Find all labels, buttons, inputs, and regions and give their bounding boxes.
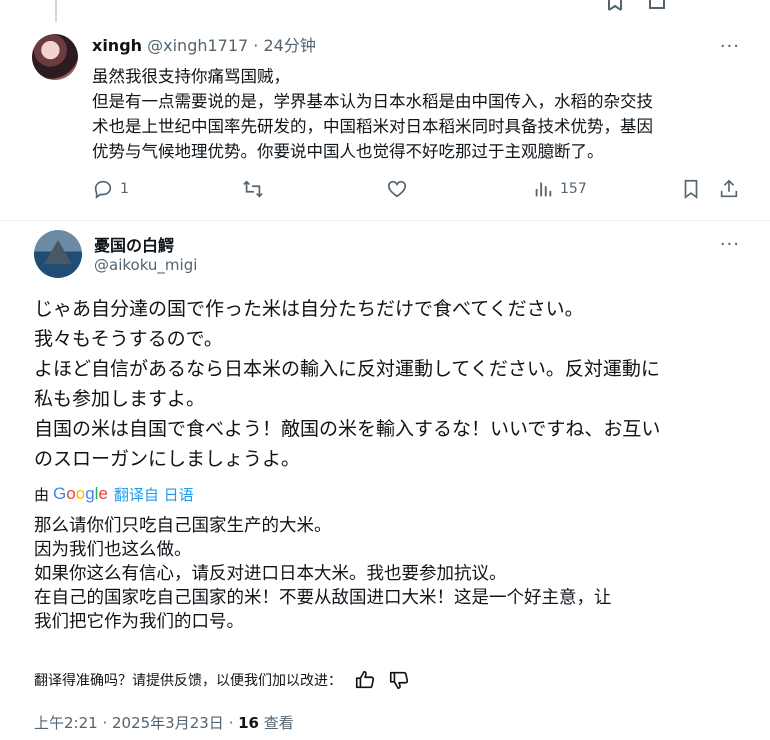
comment-icon: [94, 180, 112, 199]
text-line: 那么请你们只吃自己国家生产的大米。: [34, 516, 332, 536]
text-line: 术也是上世纪中国率先研发的，中国稻米对日本稻米同时具备技术优势，基因: [92, 117, 653, 136]
separator: ·: [223, 714, 239, 732]
reply-header: xingh @xingh1717 · 24分钟: [92, 36, 316, 56]
handle[interactable]: @aikoku_migi: [94, 256, 197, 274]
views-button[interactable]: 157: [532, 176, 587, 202]
translated-from-link[interactable]: 翻译自 日语: [114, 484, 194, 505]
text-line: 在自己的国家吃自己国家的米！不要从敌国进口大米！这是一个好主意，让: [34, 588, 612, 608]
reply-button[interactable]: 1: [92, 176, 129, 202]
share-button[interactable]: [718, 176, 740, 202]
text-line: 因为我们也这么做。: [34, 540, 192, 560]
thumbs-up-icon[interactable]: [354, 669, 376, 691]
previous-tweet-fragment: [0, 0, 770, 24]
separator: ·: [97, 714, 112, 732]
thread-line: [55, 0, 57, 22]
avatar[interactable]: [32, 34, 78, 80]
text-line: 私も参加しますよ。: [34, 388, 206, 410]
text-line: 我们把它作为我们的口号。: [34, 612, 244, 632]
main-tweet: 憂国の白鰐 @aikoku_migi ··· じゃあ自分達の国で作った米は自分た…: [0, 222, 770, 740]
tweet-timestamp: 上午2:21 · 2025年3月23日 · 16 查看: [34, 712, 294, 733]
thumbs-down-icon[interactable]: [388, 669, 410, 691]
share-icon: [720, 179, 738, 198]
text-line: じゃあ自分達の国で作った米は自分たちだけで食べてください。: [34, 298, 584, 320]
bookmark-button[interactable]: [680, 176, 702, 202]
translation-attribution: 由 Google 翻译自 日语: [34, 484, 194, 504]
share-icon[interactable]: [648, 0, 666, 12]
reply-tweet[interactable]: xingh @xingh1717 · 24分钟 ··· 虽然我很支持你痛骂国贼，…: [0, 24, 770, 220]
translated-text: 那么请你们只吃自己国家生产的大米。 因为我们也这么做。 如果你这么有信心，请反对…: [34, 514, 744, 634]
like-button[interactable]: [386, 176, 414, 202]
repost-icon: [243, 180, 263, 198]
bookmark-icon[interactable]: [606, 0, 624, 12]
display-name[interactable]: 憂国の白鰐: [94, 232, 174, 256]
text-line: のスローガンにしましょうよ。: [34, 448, 301, 470]
google-logo: Google: [53, 484, 108, 503]
original-text: じゃあ自分達の国で作った米は自分たちだけで食べてください。 我々もそうするので。…: [34, 294, 744, 474]
reply-count: 1: [120, 181, 129, 197]
action-bar: 1 157: [92, 176, 752, 202]
date[interactable]: 2025年3月23日: [112, 714, 224, 732]
display-name[interactable]: xingh: [92, 36, 142, 55]
timestamp[interactable]: 24分钟: [263, 36, 315, 55]
view-count: 157: [560, 181, 587, 197]
reply-text: 虽然我很支持你痛骂国贼， 但是有一点需要说的是，学界基本认为日本水稻是由中国传入…: [92, 64, 742, 164]
text-line: 我々もそうするので。: [34, 328, 223, 350]
views-label: 查看: [259, 714, 294, 732]
bookmark-icon: [684, 179, 698, 199]
text-line: よほど自信があるなら日本米の輸入に反対運動してください。反対運動に: [34, 358, 660, 380]
text-line: 但是有一点需要说的是，学界基本认为日本水稻是由中国传入，水稻的杂交技: [92, 92, 653, 111]
more-options-button[interactable]: ···: [720, 234, 740, 255]
text-line: 优势与气候地理优势。你要说中国人也觉得不好吃那过于主观臆断了。: [92, 142, 604, 161]
handle[interactable]: @xingh1717: [147, 36, 248, 55]
translated-by-label: 由: [34, 485, 50, 504]
analytics-icon: [535, 182, 552, 197]
divider: [0, 220, 770, 221]
heart-icon: [387, 180, 407, 198]
repost-button[interactable]: [242, 176, 270, 202]
shark-fin-icon: [44, 240, 72, 264]
text-line: 如果你这么有信心，请反对进口日本大米。我也要参加抗议。: [34, 564, 507, 584]
text-line: 自国の米は自国で食べよう！敵国の米を輸入するな！いいですね、お互い: [34, 418, 661, 440]
translation-feedback: 翻译得准确吗？请提供反馈，以便我们加以改进：: [34, 668, 410, 692]
time[interactable]: 上午2:21: [34, 714, 98, 732]
text-line: 虽然我很支持你痛骂国贼，: [92, 67, 290, 86]
feedback-prompt: 翻译得准确吗？请提供反馈，以便我们加以改进：: [34, 673, 342, 689]
views-count: 16: [238, 714, 259, 732]
more-options-button[interactable]: ···: [720, 36, 740, 57]
avatar[interactable]: [34, 230, 82, 278]
separator: ·: [248, 36, 264, 55]
